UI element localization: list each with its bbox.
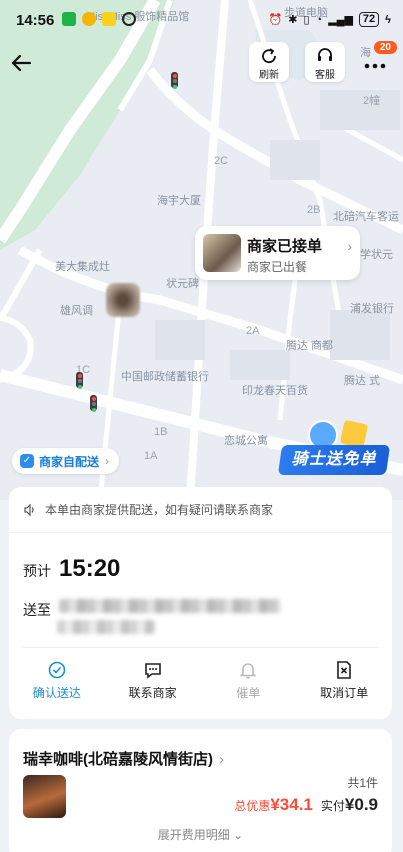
check-circle-icon xyxy=(48,661,66,679)
refresh-icon xyxy=(262,48,276,64)
urge-order-label: 催单 xyxy=(236,686,261,700)
expand-fee-label: 展开费用明细 xyxy=(157,828,230,842)
rider-location-marker[interactable] xyxy=(106,283,140,317)
item-count: 共1件 xyxy=(347,776,378,790)
price-summary: 总优惠¥34.1 实付¥0.9 xyxy=(234,795,378,815)
refresh-label: 刷新 xyxy=(259,70,279,81)
back-arrow-icon[interactable] xyxy=(10,52,32,74)
map-label: 2A xyxy=(246,325,260,337)
map-label: 1A xyxy=(144,450,158,462)
map-label: 状元碑 xyxy=(166,278,199,290)
map-label: 学状元 xyxy=(360,249,393,261)
vibrate-icon: ▯ xyxy=(303,14,310,26)
chevron-right-icon: › xyxy=(347,238,352,254)
cancel-order-button[interactable]: 取消订单 xyxy=(296,657,392,707)
confirm-delivery-label: 确认送达 xyxy=(32,686,81,700)
shield-check-icon: ✓ xyxy=(20,454,34,468)
address-redacted xyxy=(57,620,155,634)
chevron-right-icon: › xyxy=(219,751,224,768)
customer-service-button[interactable]: 客服 xyxy=(305,42,345,82)
more-options-icon[interactable] xyxy=(361,52,391,72)
merchant-delivery-tag[interactable]: ✓ 商家自配送 › xyxy=(12,448,120,474)
meituan-icon xyxy=(102,12,116,26)
eye-icon xyxy=(122,12,136,26)
map-label: 腾达 商都 xyxy=(286,340,334,352)
delivery-info-card: 本单由商家提供配送，如有疑问请联系商家 预计 15:20 送至 确认送达 联系商… xyxy=(9,487,392,719)
charging-icon: ϟ xyxy=(385,13,391,26)
signal-icon: ▂▄▆ xyxy=(328,14,353,26)
order-status-card[interactable]: 商家已接单 商家已出餐 › xyxy=(195,226,360,280)
wifi-icon: ◔ xyxy=(315,13,323,26)
cancel-order-label: 取消订单 xyxy=(320,686,369,700)
delivery-notice-text: 本单由商家提供配送，如有疑问请联系商家 xyxy=(45,503,274,517)
address-redacted xyxy=(59,599,281,613)
status-bar: 14:56 ⏰ ✱ ▯ ◔ ▂▄▆ 72 ϟ xyxy=(0,0,403,40)
wechat-icon xyxy=(62,12,76,26)
store-name-link[interactable]: 瑞幸咖啡(北碚嘉陵风情街店) › xyxy=(23,748,224,769)
eta-time: 15:20 xyxy=(59,555,121,582)
notification-badge: 20 xyxy=(373,41,397,54)
order-status-title: 商家已接单 xyxy=(247,238,323,255)
eta-row: 预计 15:20 xyxy=(23,555,120,583)
map-label: 海宇大厦 xyxy=(157,195,201,207)
battery-icon: 72 xyxy=(358,12,380,27)
map-label: 腾达 式 xyxy=(344,375,381,387)
free-order-promo[interactable]: 骑士送免单 xyxy=(277,419,392,480)
traffic-light-icon xyxy=(171,72,178,89)
store-order-card: 瑞幸咖啡(北碚嘉陵风情街店) › 共1件 总优惠¥34.1 实付¥0.9 展开费用… xyxy=(9,729,392,852)
map-label: 浦发银行 xyxy=(350,303,394,315)
discount-value: ¥34.1 xyxy=(270,795,313,814)
bluetooth-icon: ✱ xyxy=(288,14,298,26)
paid-value: ¥0.9 xyxy=(344,795,378,814)
address-label: 送至 xyxy=(23,602,51,618)
promo-banner: 骑士送免单 xyxy=(277,445,391,475)
status-notification-icons xyxy=(62,12,136,26)
chevron-right-icon: › xyxy=(105,454,110,468)
promo-label: 骑士送免单 xyxy=(291,451,377,468)
paid-label: 实付 xyxy=(320,799,345,813)
order-actions: 确认送达 联系商家 催单 取消订单 xyxy=(9,657,392,707)
urge-order-button[interactable]: 催单 xyxy=(201,657,297,707)
bell-icon xyxy=(239,663,257,679)
traffic-light-icon xyxy=(90,395,97,412)
map-label: 2幢 xyxy=(363,95,381,107)
delivery-notice: 本单由商家提供配送，如有疑问请联系商家 xyxy=(9,487,392,533)
paid-group: 实付¥0.9 xyxy=(321,795,378,815)
expand-fee-details-button[interactable]: 展开费用明细 ⌄ xyxy=(9,826,392,843)
map-label: 恋城公寓 xyxy=(224,435,268,447)
discount-label: 总优惠 xyxy=(234,799,271,813)
map-label: 中国邮政储蓄银行 xyxy=(121,371,209,383)
contact-merchant-button[interactable]: 联系商家 xyxy=(105,657,201,707)
map-label: 2B xyxy=(307,204,321,216)
cancel-doc-icon xyxy=(337,661,351,679)
headset-icon xyxy=(318,48,332,61)
map-label: 北碚汽车客运 xyxy=(333,211,399,223)
map-label: 2C xyxy=(214,155,229,167)
chevron-down-icon: ⌄ xyxy=(233,828,244,842)
gift-box-icon xyxy=(339,419,369,449)
order-status-subtitle: 商家已出餐 xyxy=(247,260,308,274)
discount-group: 总优惠¥34.1 xyxy=(234,795,313,815)
divider xyxy=(23,647,378,648)
store-thumbnail xyxy=(203,234,241,272)
traffic-light-icon xyxy=(76,372,83,389)
chat-icon xyxy=(144,663,161,679)
refresh-button[interactable]: 刷新 xyxy=(249,42,289,82)
speaker-icon xyxy=(24,503,34,516)
contact-merchant-label: 联系商家 xyxy=(128,686,177,700)
map-label: 雄风调 xyxy=(60,305,93,317)
confirm-delivery-button[interactable]: 确认送达 xyxy=(9,657,105,707)
product-thumbnail[interactable] xyxy=(23,775,66,818)
status-time: 14:56 xyxy=(16,12,55,29)
merchant-delivery-label: 商家自配送 xyxy=(39,454,100,469)
status-system-icons: ⏰ ✱ ▯ ◔ ▂▄▆ 72 ϟ xyxy=(269,12,391,27)
map-label: 美大集成灶 xyxy=(55,261,110,273)
alarm-icon: ⏰ xyxy=(268,14,283,26)
map-label: 1B xyxy=(154,426,168,438)
app-notification-icon xyxy=(82,12,96,26)
service-label: 客服 xyxy=(315,70,335,81)
eta-label: 预计 xyxy=(23,563,51,579)
store-name: 瑞幸咖啡(北碚嘉陵风情街店) xyxy=(23,751,213,768)
map-label: 印龙春天百货 xyxy=(242,385,308,397)
